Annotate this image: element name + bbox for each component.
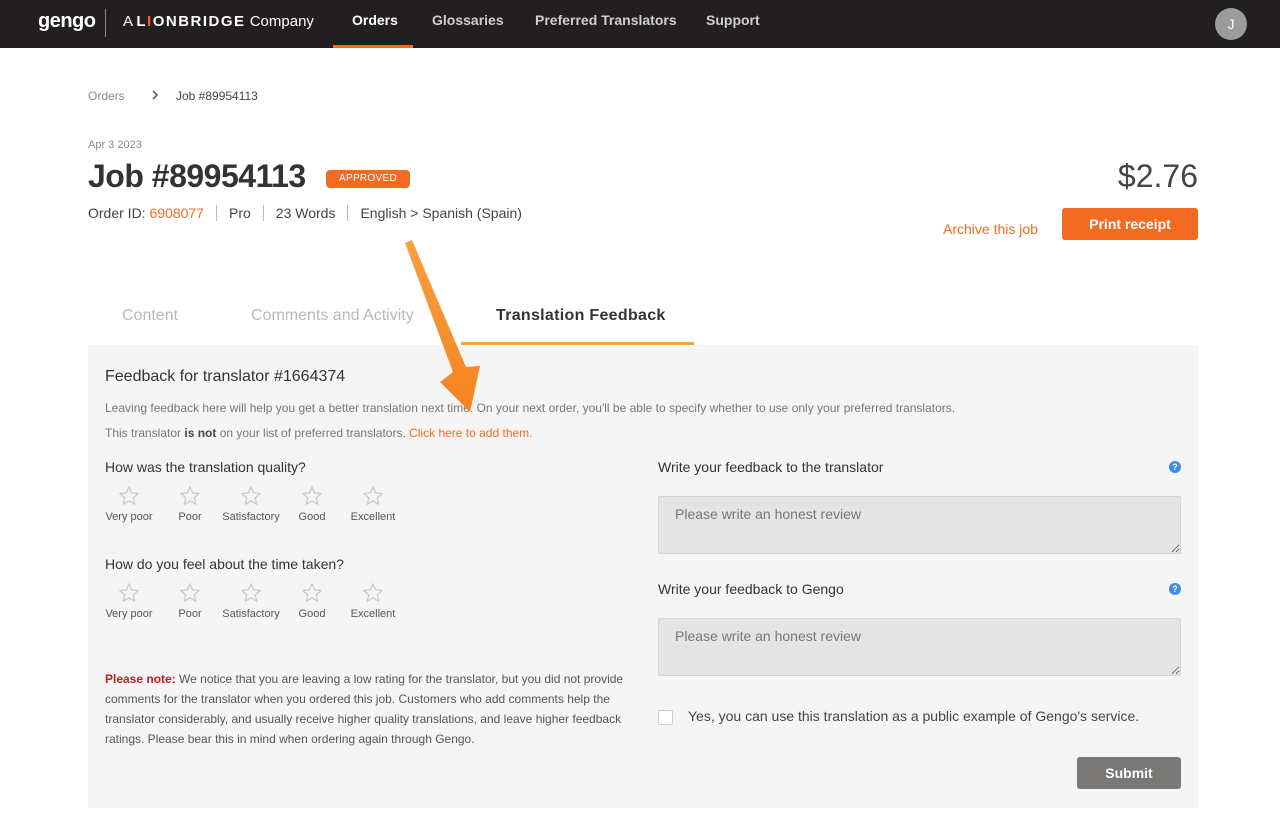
tab-content[interactable]: Content xyxy=(122,307,178,325)
preferred-status-bold: is not xyxy=(184,426,217,440)
job-date: Apr 3 2023 xyxy=(88,139,142,151)
star-outline-icon[interactable] xyxy=(118,485,140,507)
star-outline-icon[interactable] xyxy=(240,582,262,604)
time-rating-option[interactable]: Very poor xyxy=(99,582,159,620)
nav-glossaries[interactable]: Glossaries xyxy=(432,12,504,28)
nav-orders[interactable]: Orders xyxy=(352,12,398,28)
star-outline-icon[interactable] xyxy=(118,582,140,604)
lionbridge-tagline: A LIONBRIDGE Company xyxy=(123,13,314,30)
low-rating-note: Please note: We notice that you are leav… xyxy=(105,669,625,749)
tab-comments-activity[interactable]: Comments and Activity xyxy=(251,307,414,325)
preferred-status-text: This translator xyxy=(105,426,185,440)
logo-divider xyxy=(105,9,106,37)
rating-label: Very poor xyxy=(105,608,153,620)
job-meta: Order ID: 6908077 Pro 23 Words English >… xyxy=(88,205,522,221)
translator-feedback-input[interactable] xyxy=(658,496,1181,554)
status-badge: APPROVED xyxy=(326,170,410,188)
user-avatar[interactable]: J xyxy=(1215,8,1247,40)
time-rating-option[interactable]: Satisfactory xyxy=(221,582,281,620)
add-preferred-link[interactable]: Click here to add them. xyxy=(409,426,532,440)
time-rating-option[interactable]: Good xyxy=(282,582,342,620)
time-question: How do you feel about the time taken? xyxy=(105,556,344,572)
rating-label: Excellent xyxy=(350,608,396,620)
time-rating-option[interactable]: Excellent xyxy=(343,582,403,620)
preferred-status-text-2: on your list of preferred translators. xyxy=(216,426,410,440)
quality-rating-option[interactable]: Excellent xyxy=(343,485,403,523)
note-text: We notice that you are leaving a low rat… xyxy=(105,672,624,746)
rating-label: Good xyxy=(298,608,326,620)
star-outline-icon[interactable] xyxy=(362,485,384,507)
rating-label: Excellent xyxy=(350,511,396,523)
preferred-status: This translator is not on your list of p… xyxy=(105,426,533,440)
quality-rating-option[interactable]: Satisfactory xyxy=(221,485,281,523)
help-icon[interactable]: ? xyxy=(1169,461,1181,473)
page-title: Job #89954113 xyxy=(88,158,306,194)
breadcrumb-current: Job #89954113 xyxy=(176,89,258,103)
print-receipt-button[interactable]: Print receipt xyxy=(1062,208,1198,240)
tagline-suffix: Company xyxy=(249,13,314,30)
nav-active-indicator xyxy=(333,45,413,48)
submit-button[interactable]: Submit xyxy=(1077,757,1181,789)
rating-label: Satisfactory xyxy=(222,608,280,620)
meta-divider xyxy=(347,205,349,221)
feedback-title: Feedback for translator #1664374 xyxy=(105,368,346,385)
public-example-label: Yes, you can use this translation as a p… xyxy=(688,708,1140,724)
rating-label: Poor xyxy=(178,608,202,620)
breadcrumb-orders[interactable]: Orders xyxy=(88,89,125,103)
nav-preferred-translators[interactable]: Preferred Translators xyxy=(535,12,677,28)
star-outline-icon[interactable] xyxy=(301,582,323,604)
meta-divider xyxy=(215,205,217,221)
rating-label: Satisfactory xyxy=(222,511,280,523)
chevron-right-icon xyxy=(152,90,159,100)
star-outline-icon[interactable] xyxy=(179,485,201,507)
order-id-link[interactable]: 6908077 xyxy=(149,205,204,221)
order-id-label: Order ID: xyxy=(88,205,146,221)
tab-translation-feedback[interactable]: Translation Feedback xyxy=(496,307,666,325)
quality-question: How was the translation quality? xyxy=(105,459,306,475)
quality-rating-option[interactable]: Very poor xyxy=(99,485,159,523)
star-outline-icon[interactable] xyxy=(240,485,262,507)
job-price: $2.76 xyxy=(1117,158,1198,194)
translator-feedback-label: Write your feedback to the translator xyxy=(658,459,884,475)
gengo-feedback-label: Write your feedback to Gengo xyxy=(658,581,844,597)
rating-label: Very poor xyxy=(105,511,153,523)
tagline-prefix: A xyxy=(123,13,133,30)
quality-rating-option[interactable]: Poor xyxy=(160,485,220,523)
gengo-logo[interactable]: gengo xyxy=(38,10,96,33)
lionbridge-wordmark: LIONBRIDGE xyxy=(136,13,245,30)
note-label: Please note: xyxy=(105,672,176,686)
nav-support[interactable]: Support xyxy=(706,12,760,28)
meta-divider xyxy=(262,205,264,221)
job-word-count: 23 Words xyxy=(275,205,336,221)
time-rating-option[interactable]: Poor xyxy=(160,582,220,620)
star-outline-icon[interactable] xyxy=(179,582,201,604)
brand-part-1: L xyxy=(136,13,148,30)
star-outline-icon[interactable] xyxy=(301,485,323,507)
archive-job-link[interactable]: Archive this job xyxy=(943,221,1038,237)
public-example-checkbox[interactable] xyxy=(658,710,673,725)
gengo-feedback-input[interactable] xyxy=(658,618,1181,676)
job-tier: Pro xyxy=(228,205,251,221)
rating-label: Good xyxy=(298,511,326,523)
help-icon[interactable]: ? xyxy=(1169,583,1181,595)
job-language-pair: English > Spanish (Spain) xyxy=(360,205,522,221)
rating-label: Poor xyxy=(178,511,202,523)
star-outline-icon[interactable] xyxy=(362,582,384,604)
quality-rating-option[interactable]: Good xyxy=(282,485,342,523)
feedback-intro: Leaving feedback here will help you get … xyxy=(105,401,956,415)
top-nav-bar: gengo A LIONBRIDGE Company Orders Glossa… xyxy=(0,0,1280,48)
brand-part-3: ONBRIDGE xyxy=(152,13,246,30)
